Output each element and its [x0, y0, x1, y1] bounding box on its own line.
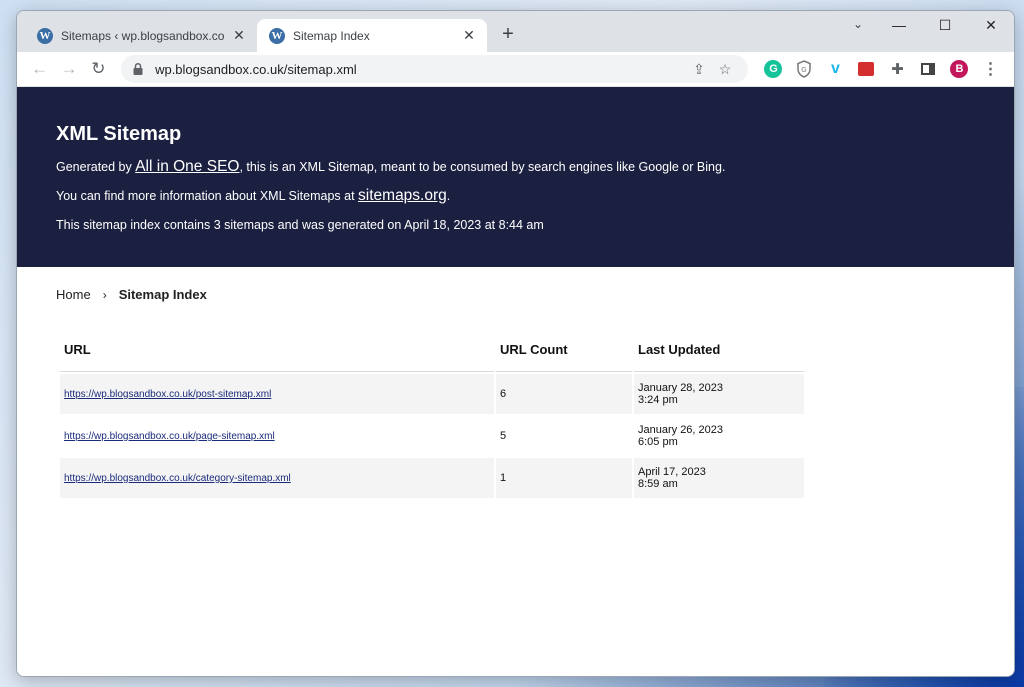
table-row: https://wp.blogsandbox.co.uk/category-si… — [60, 458, 804, 498]
extensions-area: G G v ✚ B ⋮ — [758, 55, 1006, 83]
window-controls: — ☐ ✕ — [876, 11, 1014, 41]
updated-time: 3:24 pm — [638, 394, 678, 406]
table-row: https://wp.blogsandbox.co.uk/post-sitema… — [60, 374, 804, 414]
table-row: https://wp.blogsandbox.co.uk/page-sitema… — [60, 416, 804, 456]
tab-title: Sitemaps ‹ wp.blogsandbox.co.uk — [61, 28, 225, 43]
tab-strip: W Sitemaps ‹ wp.blogsandbox.co.uk ✕ W Si… — [17, 11, 1014, 52]
forward-button[interactable]: → — [54, 54, 83, 84]
header-url-count: URL Count — [496, 332, 632, 372]
sitemap-header: XML Sitemap Generated by All in One SEO,… — [17, 87, 1014, 267]
updated-time: 6:05 pm — [638, 436, 678, 448]
extensions-puzzle-icon[interactable]: ✚ — [882, 55, 913, 83]
page-content: XML Sitemap Generated by All in One SEO,… — [17, 87, 1014, 676]
count-cell: 6 — [496, 374, 632, 414]
updated-cell: January 28, 2023 3:24 pm — [634, 374, 804, 414]
sitemap-table: URL URL Count Last Updated https://wp.bl… — [58, 330, 806, 500]
wordpress-icon: W — [37, 27, 53, 44]
url-cell: https://wp.blogsandbox.co.uk/category-si… — [60, 458, 494, 498]
side-panel-icon[interactable] — [913, 55, 944, 83]
header-last-updated: Last Updated — [634, 332, 804, 372]
intro-prefix: Generated by — [56, 160, 136, 174]
page-title: XML Sitemap — [56, 123, 182, 145]
close-window-button[interactable]: ✕ — [968, 11, 1014, 39]
share-icon[interactable]: ⇪ — [686, 61, 712, 78]
updated-date: April 17, 2023 — [638, 466, 706, 478]
reload-button[interactable]: ↻ — [84, 54, 113, 84]
close-icon[interactable]: ✕ — [231, 27, 247, 44]
more-info-prefix: You can find more information about XML … — [56, 189, 359, 203]
summary-text: This sitemap index contains 3 sitemaps a… — [56, 218, 544, 232]
table-header-row: URL URL Count Last Updated — [60, 332, 804, 372]
chevron-right-icon: › — [102, 287, 107, 302]
more-info-text: You can find more information about XML … — [56, 188, 975, 204]
intro-text: Generated by All in One SEO, this is an … — [56, 159, 975, 175]
updated-date: January 26, 2023 — [638, 424, 724, 436]
tab-sitemaps[interactable]: W Sitemaps ‹ wp.blogsandbox.co.uk ✕ — [25, 19, 257, 52]
sitemaps-org-link[interactable]: sitemaps.org — [358, 187, 447, 204]
count-cell: 5 — [500, 430, 507, 442]
address-text[interactable]: wp.blogsandbox.co.uk/sitemap.xml — [155, 62, 686, 77]
tab-title: Sitemap Index — [293, 28, 370, 43]
tab-sitemap-index[interactable]: W Sitemap Index ✕ — [257, 19, 487, 52]
address-bar[interactable]: wp.blogsandbox.co.uk/sitemap.xml ⇪ ☆ — [121, 55, 748, 83]
header-url: URL — [60, 332, 494, 372]
sitemap-link[interactable]: https://wp.blogsandbox.co.uk/category-si… — [64, 473, 291, 484]
browser-window: W Sitemaps ‹ wp.blogsandbox.co.uk ✕ W Si… — [16, 10, 1015, 677]
profile-avatar[interactable]: B — [944, 55, 975, 83]
count-cell: 1 — [496, 458, 632, 498]
wordpress-icon: W — [269, 27, 285, 44]
tab-search-chevron-down-icon[interactable]: ⌄ — [847, 17, 869, 31]
breadcrumb: Home › Sitemap Index — [56, 287, 1014, 302]
vimeo-extension-icon[interactable]: v — [820, 55, 851, 83]
more-info-suffix: . — [446, 189, 451, 203]
breadcrumb-home[interactable]: Home — [56, 287, 91, 302]
browser-toolbar: ← → ↻ wp.blogsandbox.co.uk/sitemap.xml ⇪… — [17, 52, 1014, 87]
grammarly-extension-icon[interactable]: G — [758, 55, 789, 83]
red-extension-icon[interactable] — [851, 55, 882, 83]
updated-cell: April 17, 2023 8:59 am — [634, 458, 804, 498]
shield-extension-icon[interactable]: G — [789, 55, 820, 83]
updated-time: 8:59 am — [638, 478, 678, 490]
back-button[interactable]: ← — [25, 54, 54, 84]
breadcrumb-current: Sitemap Index — [118, 287, 207, 302]
new-tab-button[interactable]: + — [497, 23, 519, 45]
updated-date: January 28, 2023 — [638, 382, 724, 394]
lock-icon — [133, 62, 143, 75]
url-cell: https://wp.blogsandbox.co.uk/page-sitema… — [60, 416, 494, 456]
url-cell: https://wp.blogsandbox.co.uk/post-sitema… — [60, 374, 494, 414]
bookmark-star-icon[interactable]: ☆ — [712, 61, 738, 78]
maximize-button[interactable]: ☐ — [922, 11, 968, 39]
updated-cell: January 26, 2023 6:05 pm — [634, 416, 804, 456]
intro-suffix: , this is an XML Sitemap, meant to be co… — [239, 160, 726, 174]
menu-kebab-icon[interactable]: ⋮ — [975, 55, 1006, 83]
close-icon[interactable]: ✕ — [461, 27, 477, 44]
svg-text:G: G — [802, 67, 807, 74]
aioseo-link[interactable]: All in One SEO — [135, 158, 239, 175]
sitemap-link[interactable]: https://wp.blogsandbox.co.uk/page-sitema… — [64, 431, 275, 442]
sitemap-link[interactable]: https://wp.blogsandbox.co.uk/post-sitema… — [64, 389, 271, 400]
minimize-button[interactable]: — — [876, 11, 922, 39]
